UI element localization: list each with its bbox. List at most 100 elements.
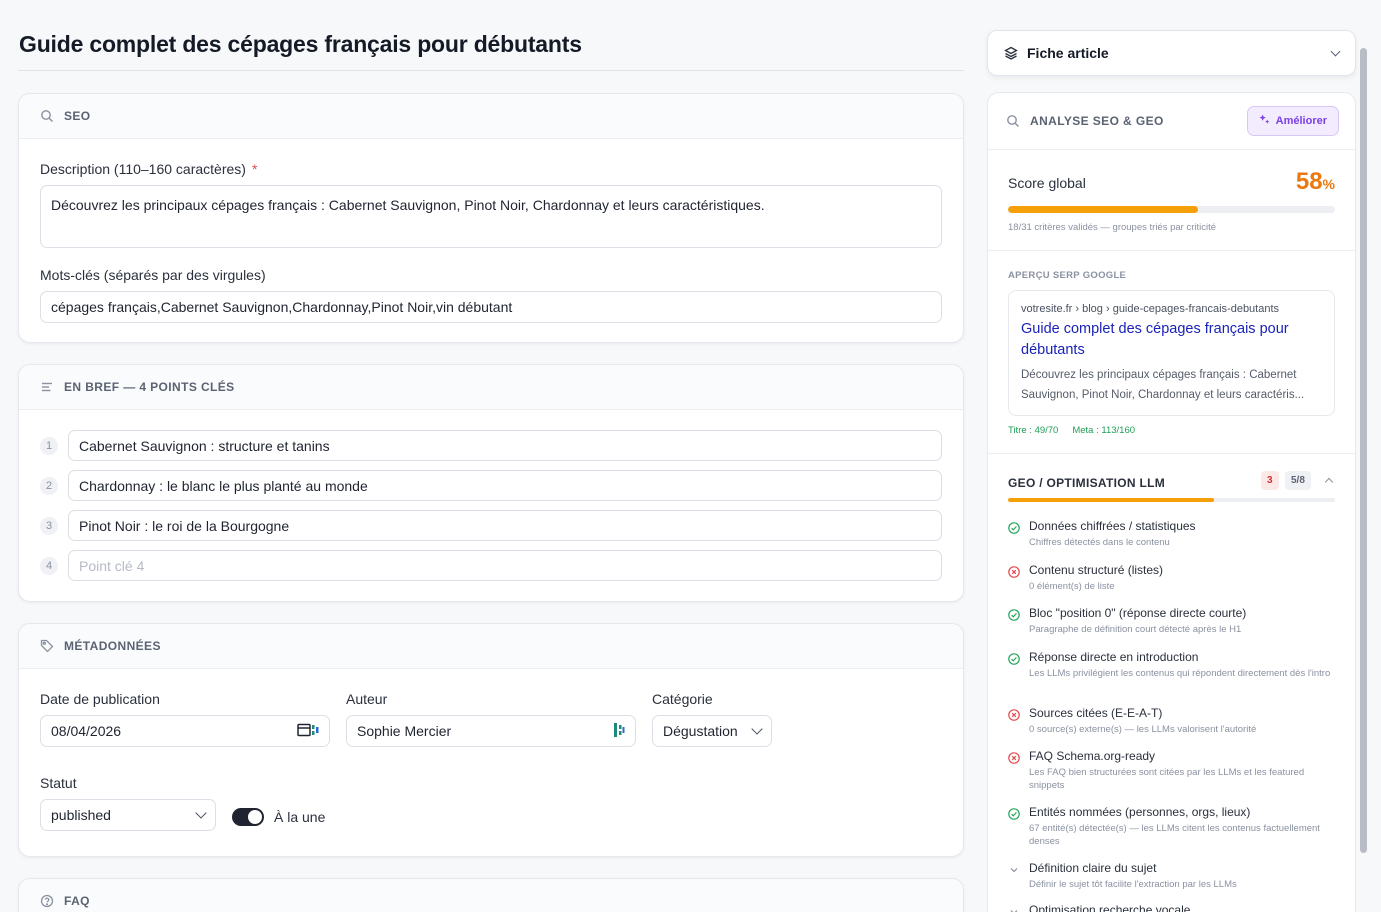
criterion-description: Les FAQ bien structurées sont citées par… bbox=[1029, 767, 1305, 791]
check-circle-icon bbox=[1008, 521, 1020, 534]
description-label-text: Description (110–160 caractères) bbox=[40, 161, 246, 177]
criterion-description: Chiffres détectés dans le contenu bbox=[1029, 537, 1170, 548]
keywords-input[interactable]: cépages français,Cabernet Sauvignon,Char… bbox=[40, 291, 942, 323]
key-point-input-1[interactable]: Cabernet Sauvignon : structure et tanins bbox=[68, 430, 942, 461]
brief-section-title: EN BREF — 4 POINTS CLÉS bbox=[64, 380, 235, 394]
status-value: published bbox=[51, 807, 111, 823]
author-value: Sophie Mercier bbox=[357, 723, 452, 739]
criterion-description: 0 élément(s) de liste bbox=[1029, 581, 1115, 592]
date-label: Date de publication bbox=[40, 691, 160, 707]
status-select[interactable]: published bbox=[40, 799, 216, 831]
analysis-title: ANALYSE SEO & GEO bbox=[1030, 114, 1164, 128]
pass-count-badge: 5/8 bbox=[1285, 471, 1311, 490]
criterion-item[interactable]: Sources citées (E-E-A-T) 0 source(s) exte… bbox=[1008, 706, 1338, 736]
category-select[interactable]: Dégustation bbox=[652, 715, 772, 747]
point-number: 4 bbox=[40, 557, 58, 575]
criterion-item[interactable]: Contenu structuré (listes) 0 élément(s) d… bbox=[1008, 563, 1338, 593]
geo-section-title[interactable]: GEO / OPTIMISATION LLM bbox=[1008, 476, 1165, 490]
category-value: Dégustation bbox=[663, 723, 738, 739]
title-divider bbox=[18, 70, 964, 71]
chevron-down-icon bbox=[751, 723, 763, 735]
autofill-icon[interactable] bbox=[613, 722, 625, 741]
page-title: Guide complet des cépages français pour … bbox=[19, 31, 582, 57]
score-unit: % bbox=[1322, 176, 1335, 192]
seo-card-header: SEO bbox=[19, 94, 963, 139]
author-label: Auteur bbox=[346, 691, 388, 707]
chevron-up-icon[interactable] bbox=[1324, 477, 1334, 487]
score-progress-bar bbox=[1008, 206, 1335, 213]
status-label: Statut bbox=[40, 775, 77, 791]
author-input[interactable]: Sophie Mercier bbox=[346, 715, 636, 747]
criterion-item[interactable]: Entités nommées (personnes, orgs, lieux)… bbox=[1008, 805, 1338, 848]
check-circle-icon bbox=[1008, 608, 1020, 621]
criterion-title: Réponse directe en introduction bbox=[1029, 650, 1199, 664]
featured-label: À la une bbox=[274, 809, 326, 825]
analysis-header: ANALYSE SEO & GEO Améliorer bbox=[988, 93, 1355, 150]
criterion-title: Sources citées (E-E-A-T) bbox=[1029, 706, 1163, 720]
serp-title: Guide complet des cépages français pour … bbox=[1021, 321, 1289, 358]
date-input[interactable]: 08/04/2026 bbox=[40, 715, 330, 747]
featured-toggle[interactable] bbox=[232, 808, 264, 826]
key-point-input-2[interactable]: Chardonnay : le blanc le plus planté au … bbox=[68, 470, 942, 501]
score-number: 58 bbox=[1295, 168, 1323, 195]
criterion-title: Optimisation recherche vocale bbox=[1029, 903, 1191, 912]
improve-label: Améliorer bbox=[1275, 115, 1327, 127]
text-lines-icon bbox=[40, 380, 54, 394]
calendar-icon[interactable] bbox=[297, 722, 319, 741]
key-point-input-4[interactable]: Point clé 4 bbox=[68, 550, 942, 581]
chevron-down-icon bbox=[195, 807, 207, 819]
criterion-item[interactable]: FAQ Schema.org-ready Les FAQ bien structu… bbox=[1008, 749, 1338, 792]
check-circle-icon bbox=[1008, 652, 1020, 665]
criterion-title: Données chiffrées / statistiques bbox=[1029, 519, 1196, 533]
criterion-description: Paragraphe de définition court détecté a… bbox=[1029, 624, 1242, 635]
divider bbox=[988, 250, 1355, 251]
x-circle-icon bbox=[1008, 565, 1020, 578]
chevron-down-icon bbox=[1008, 863, 1020, 875]
scrollbar-thumb[interactable] bbox=[1360, 48, 1367, 853]
criterion-item[interactable]: Optimisation recherche vocale bbox=[1008, 903, 1338, 912]
fiche-article-label: Fiche article bbox=[1027, 45, 1109, 61]
point-number: 2 bbox=[40, 477, 58, 495]
metadata-section-title: MÉTADONNÉES bbox=[64, 639, 161, 653]
brief-card-header: EN BREF — 4 POINTS CLÉS bbox=[19, 365, 963, 410]
keywords-label: Mots-clés (séparés par des virgules) bbox=[40, 267, 266, 283]
analysis-panel: ANALYSE SEO & GEO Améliorer Score global… bbox=[987, 92, 1356, 912]
chevron-down-icon bbox=[1330, 46, 1341, 56]
help-circle-icon bbox=[40, 894, 54, 908]
seo-card: SEO Description (110–160 caractères) * Dé… bbox=[18, 93, 964, 343]
criterion-item[interactable]: Réponse directe en introduction Les LLMs … bbox=[1008, 650, 1338, 680]
serp-preview: votresite.fr › blog › guide-cepages-fran… bbox=[1008, 290, 1335, 416]
criterion-description: 0 source(s) externe(s) — les LLMs valori… bbox=[1029, 724, 1257, 735]
faq-card: FAQ bbox=[18, 878, 964, 912]
metadata-card-header: MÉTADONNÉES bbox=[19, 624, 963, 669]
improve-button[interactable]: Améliorer bbox=[1246, 106, 1339, 136]
geo-progress-fill bbox=[1008, 498, 1214, 502]
search-icon bbox=[40, 109, 54, 123]
criterion-description: Les LLMs privilégient les contenus qui r… bbox=[1029, 668, 1331, 679]
layers-icon bbox=[1004, 46, 1018, 60]
metadata-card: MÉTADONNÉES Date de publication 08/04/20… bbox=[18, 623, 964, 857]
key-point-input-3[interactable]: Pinot Noir : le roi de la Bourgogne bbox=[68, 510, 942, 541]
score-value: 58% bbox=[1296, 168, 1335, 196]
criterion-item[interactable]: Bloc "position 0" (réponse directe court… bbox=[1008, 606, 1338, 636]
seo-section-title: SEO bbox=[64, 109, 91, 123]
criterion-item[interactable]: Définition claire du sujet Définir le suj… bbox=[1008, 861, 1338, 891]
serp-title-count: Titre : 49/70 bbox=[1008, 425, 1059, 436]
criterion-item[interactable]: Données chiffrées / statistiques Chiffres… bbox=[1008, 519, 1338, 549]
tag-icon bbox=[40, 639, 54, 653]
sparkles-icon bbox=[1259, 114, 1270, 128]
fiche-article-dropdown[interactable]: Fiche article bbox=[987, 30, 1356, 76]
geo-progress-bar bbox=[1008, 498, 1335, 502]
score-subtitle: 18/31 critères validés — groupes triés p… bbox=[1008, 222, 1217, 233]
chevron-down-icon bbox=[1008, 905, 1020, 912]
description-textarea[interactable]: Découvrez les principaux cépages françai… bbox=[40, 185, 942, 248]
fail-count-badge: 3 bbox=[1261, 471, 1279, 490]
serp-url: votresite.fr › blog › guide-cepages-fran… bbox=[1021, 303, 1280, 315]
faq-section-title: FAQ bbox=[64, 894, 90, 908]
description-label: Description (110–160 caractères) * bbox=[40, 161, 257, 177]
criterion-description: Définir le sujet tôt facilite l'extracti… bbox=[1029, 879, 1237, 890]
category-label: Catégorie bbox=[652, 691, 713, 707]
serp-label: APERÇU SERP GOOGLE bbox=[1008, 270, 1127, 281]
x-circle-icon bbox=[1008, 751, 1020, 764]
faq-card-header[interactable]: FAQ bbox=[19, 879, 963, 912]
